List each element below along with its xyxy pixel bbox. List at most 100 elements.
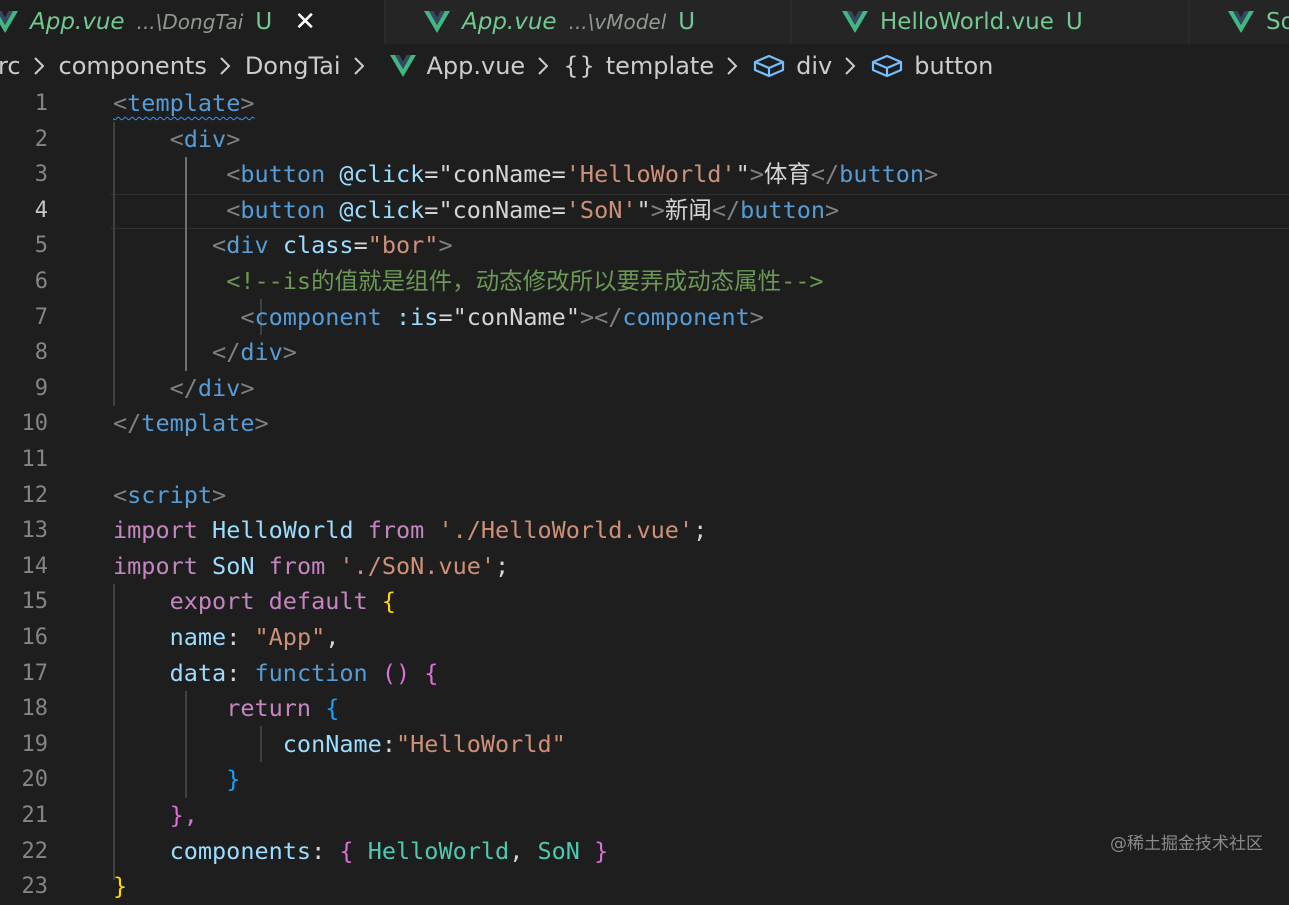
line-number: 5 [34, 233, 48, 259]
code-text: </div> [169, 373, 255, 402]
cube-element-icon [870, 54, 904, 78]
code-line-2: 2 <div> [0, 122, 1289, 158]
chevron-right-icon [844, 56, 856, 76]
line-number: 20 [21, 767, 49, 793]
line-number: 21 [21, 803, 49, 828]
tab-app-vue-vmodel[interactable]: App.vue ...\vModel U [424, 0, 695, 44]
line-number: 7 [34, 304, 48, 330]
breadcrumb-item-div[interactable]: div [752, 52, 832, 80]
cube-element-icon [752, 54, 786, 78]
line-number: 12 [21, 482, 49, 508]
tab-son-vue[interactable]: So [1228, 0, 1289, 44]
breadcrumb-item-src[interactable]: rc [0, 52, 21, 80]
tab-label: So [1266, 9, 1289, 35]
code-text: import HelloWorld from './HelloWorld.vue… [113, 516, 708, 545]
code-line-21: 21 }, [0, 798, 1289, 834]
line-number: 17 [21, 660, 49, 686]
line-number: 15 [21, 589, 49, 615]
code-line-4: 4 <button @click="conName='SoN'">新闻</but… [0, 193, 1289, 229]
code-text: }, [169, 801, 198, 829]
line-number: 10 [21, 411, 49, 437]
code-text: <div class="bor"> [212, 231, 453, 260]
code-text: <script> [113, 480, 227, 509]
code-line-10: 10 </template> [0, 406, 1289, 442]
line-number: 1 [34, 91, 48, 116]
vue-logo-icon [842, 11, 868, 33]
tab-app-vue-dongtai[interactable]: App.vue ...\DongTai U ✕ [0, 0, 384, 44]
braces-icon: {} [563, 52, 596, 80]
code-line-22: 22 components: { HelloWorld, SoN } [0, 834, 1289, 870]
code-text: </div> [212, 338, 297, 367]
code-text: } [113, 872, 128, 901]
tab-label: App.vue [30, 9, 125, 35]
code-line-7: 7 <component :is="conName"></component> [0, 300, 1289, 336]
code-text: <div> [169, 124, 241, 153]
tab-label: HelloWorld.vue [880, 9, 1054, 35]
breadcrumb-item-dongtai[interactable]: DongTai [245, 52, 341, 80]
vue-logo-icon [1228, 11, 1254, 33]
breadcrumb-item-template[interactable]: {} template [563, 52, 714, 80]
code-text: </template> [113, 409, 269, 438]
breadcrumb-div-label: div [796, 52, 833, 80]
breadcrumb-button-label: button [914, 52, 994, 80]
code-text: name: "App", [169, 623, 340, 651]
code-line-20: 20 } [0, 762, 1289, 798]
chevron-right-icon [726, 56, 738, 76]
code-text: <button @click="conName='SoN'">新闻</butto… [226, 195, 840, 224]
line-number: 4 [34, 197, 48, 223]
breadcrumb-file-label: App.vue [426, 52, 526, 80]
line-number: 9 [34, 375, 48, 401]
code-text: return { [226, 694, 340, 723]
vue-logo-icon [389, 55, 417, 77]
code-text: <template> [113, 89, 255, 117]
code-text: <!--is的值就是组件，动态修改所以要弄成动态属性--> [226, 267, 824, 295]
watermark: @稀土掘金技术社区 [1110, 834, 1263, 854]
tab-divider [384, 0, 386, 44]
breadcrumb-item-button[interactable]: button [870, 52, 993, 80]
breadcrumb-item-components[interactable]: components [59, 52, 207, 80]
code-line-6: 6 <!--is的值就是组件，动态修改所以要弄成动态属性--> [0, 264, 1289, 300]
tab-helloworld-vue[interactable]: HelloWorld.vue U [842, 0, 1083, 44]
line-number: 16 [21, 625, 49, 650]
line-number: 11 [21, 447, 49, 472]
code-editor[interactable]: 1 <template> 2 <div> 3 <button @click="c… [0, 86, 1289, 900]
code-line-17: 17 data: function () { [0, 656, 1289, 692]
line-number: 19 [21, 731, 49, 757]
code-line-8: 8 </div> [0, 335, 1289, 371]
code-text: conName:"HelloWorld" [282, 729, 566, 758]
close-icon[interactable]: ✕ [294, 9, 316, 35]
code-line-12: 12 <script> [0, 478, 1289, 514]
code-text: <button @click="conName='HelloWorld'">体育… [226, 160, 939, 189]
chevron-right-icon [33, 56, 45, 76]
code-line-16: 16 name: "App", [0, 620, 1289, 656]
tab-status-untracked: U [255, 9, 273, 35]
line-number: 18 [21, 696, 49, 722]
code-line-11: 11 [0, 442, 1289, 478]
code-line-13: 13 import HelloWorld from './HelloWorld.… [0, 513, 1289, 549]
tab-status-untracked: U [678, 9, 696, 35]
line-number: 14 [21, 553, 49, 579]
code-line-3: 3 <button @click="conName='HelloWorld'">… [0, 157, 1289, 193]
tab-label: App.vue [462, 9, 557, 35]
tab-path: ...\DongTai [136, 10, 244, 34]
breadcrumb-template-label: template [605, 52, 715, 80]
code-line-18: 18 return { [0, 691, 1289, 727]
tab-status-untracked: U [1065, 9, 1083, 35]
line-number: 13 [21, 518, 49, 544]
code-line-9: 9 </div> [0, 371, 1289, 407]
tab-divider [1188, 0, 1190, 44]
code-text: export default { [169, 587, 396, 616]
code-text: data: function () { [169, 658, 439, 687]
line-number: 23 [21, 874, 49, 900]
line-number: 6 [34, 269, 48, 294]
vue-logo-icon [424, 11, 450, 33]
code-line-1: 1 <template> [0, 86, 1289, 122]
code-line-5: 5 <div class="bor"> [0, 228, 1289, 264]
breadcrumb: rc components DongTai App.vue {} templat… [0, 44, 1289, 88]
breadcrumb-item-file[interactable]: App.vue [389, 52, 526, 80]
tab-path: ...\vModel [568, 10, 667, 34]
editor-tab-bar: App.vue ...\DongTai U ✕ App.vue ...\vMod… [0, 0, 1289, 44]
line-number: 22 [21, 838, 49, 864]
chevron-right-icon [353, 56, 365, 76]
line-number: 3 [34, 162, 48, 188]
